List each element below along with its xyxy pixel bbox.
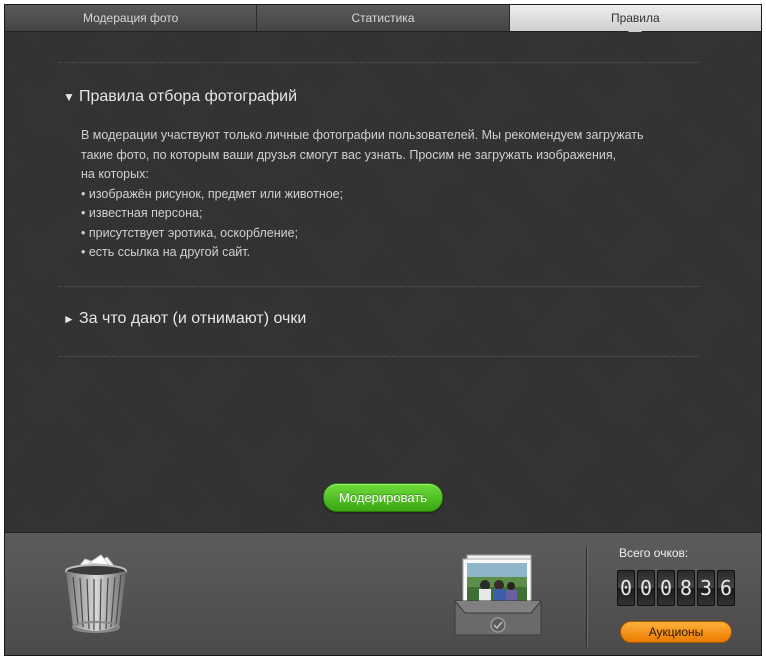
section-title: За что дают (и отнимают) очки xyxy=(79,310,307,327)
tab-bar: Модерация фото Статистика Правила xyxy=(5,5,761,38)
rules-bullet: • изображён рисунок, предмет или животно… xyxy=(81,186,344,201)
moderate-button[interactable]: Модерировать xyxy=(323,483,443,512)
triangle-right-icon: ► xyxy=(63,312,75,326)
rules-bullet: • присутствует эротика, оскорбление; xyxy=(81,225,299,240)
section-header-points[interactable]: ► За что дают (и отнимают) очки xyxy=(63,310,306,328)
divider xyxy=(59,62,699,63)
tab-statistics[interactable]: Статистика xyxy=(257,5,510,31)
rules-panel: ▼ Правила отбора фотографий В модерации у… xyxy=(5,32,761,532)
trash-bin-icon[interactable] xyxy=(63,553,129,640)
score-digit: 0 xyxy=(617,570,635,606)
rules-bullet: • есть ссылка на другой сайт. xyxy=(81,245,251,259)
score-counter: 0 0 0 8 3 6 xyxy=(617,570,737,606)
triangle-down-icon: ▼ xyxy=(63,90,75,104)
score-digit: 6 xyxy=(717,570,735,606)
rules-bullet: • известная персона; xyxy=(81,206,203,220)
auctions-button[interactable]: Аукционы xyxy=(620,621,732,643)
score-digit: 0 xyxy=(637,570,655,606)
divider xyxy=(59,356,699,357)
rules-text: В модерации участвуют только личные фото… xyxy=(81,126,681,263)
section-title: Правила отбора фотографий xyxy=(79,88,298,105)
tab-photo-moderation[interactable]: Модерация фото xyxy=(5,5,258,31)
app-frame: Модерация фото Статистика Правила ▼ Прави… xyxy=(4,4,762,656)
score-digit: 0 xyxy=(657,570,675,606)
section-header-photo-rules[interactable]: ▼ Правила отбора фотографий xyxy=(63,88,297,106)
score-digit: 3 xyxy=(697,570,715,606)
dock-separator xyxy=(586,547,587,647)
tab-rules[interactable]: Правила xyxy=(509,5,761,38)
divider xyxy=(59,286,699,287)
rules-line: на которых: xyxy=(81,167,149,181)
rules-line: такие фото, по которым ваши друзья смогу… xyxy=(81,147,617,162)
rules-line: В модерации участвуют только личные фото… xyxy=(81,128,644,142)
score-digit: 8 xyxy=(677,570,695,606)
bottom-dock: Всего очков: 0 0 0 8 3 6 Аукционы xyxy=(5,532,761,655)
photo-tray-icon[interactable] xyxy=(451,551,545,644)
score-label: Всего очков: xyxy=(619,546,689,560)
